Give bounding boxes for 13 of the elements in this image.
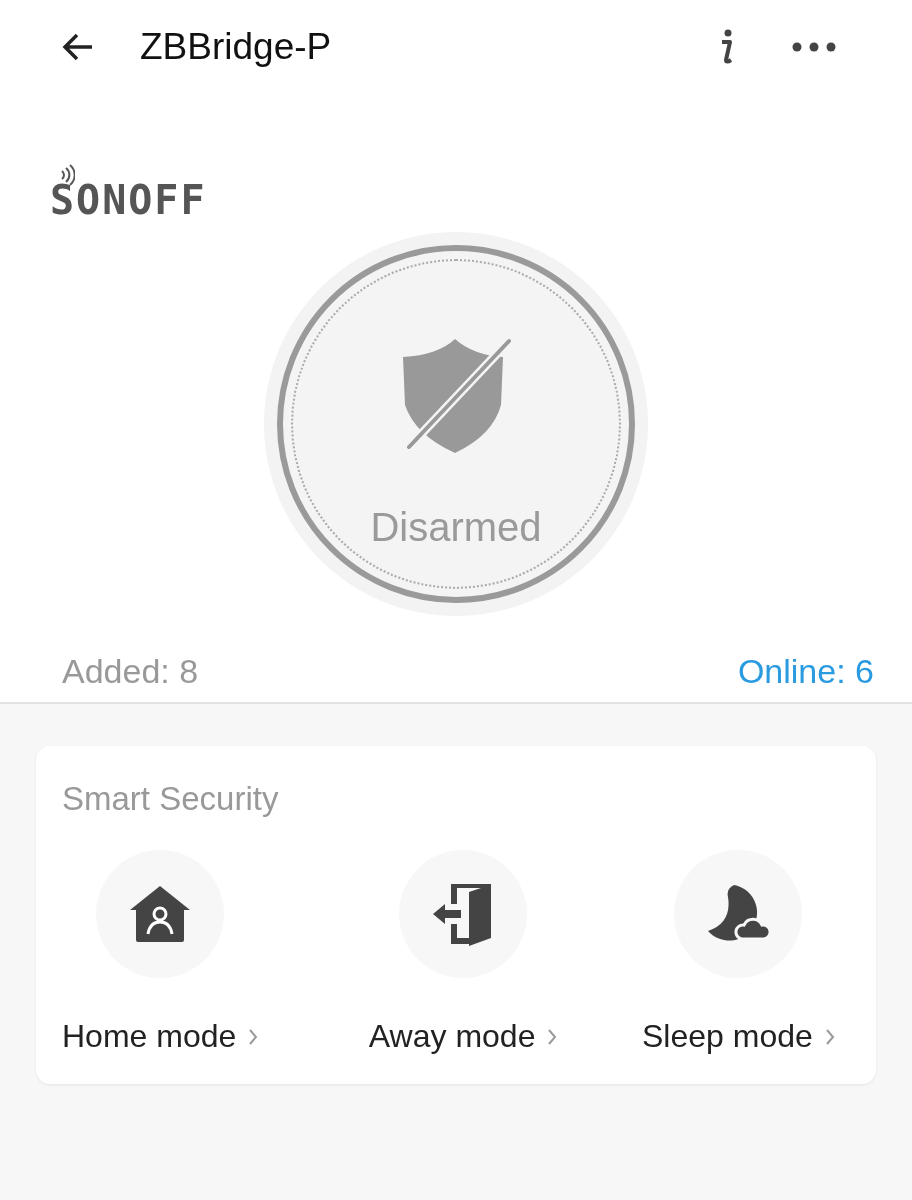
page-title: ZBBridge-P <box>140 26 333 68</box>
mode-link[interactable]: Sleep mode <box>642 1018 813 1055</box>
mode-link[interactable]: Away mode <box>368 1018 536 1055</box>
mode-link[interactable]: Home mode <box>62 1018 237 1055</box>
chevron-icon <box>824 1027 835 1046</box>
card-title: Smart Security <box>62 780 279 818</box>
status-label: Disarmed <box>370 505 542 550</box>
brand-logo: SONOFF <box>50 178 207 222</box>
online-count: Online: 6 <box>737 652 874 692</box>
chevron-icon <box>547 1027 558 1046</box>
chevron-icon <box>248 1027 259 1046</box>
more-icon[interactable] <box>792 42 836 52</box>
added-count: Added: 8 <box>62 652 199 692</box>
